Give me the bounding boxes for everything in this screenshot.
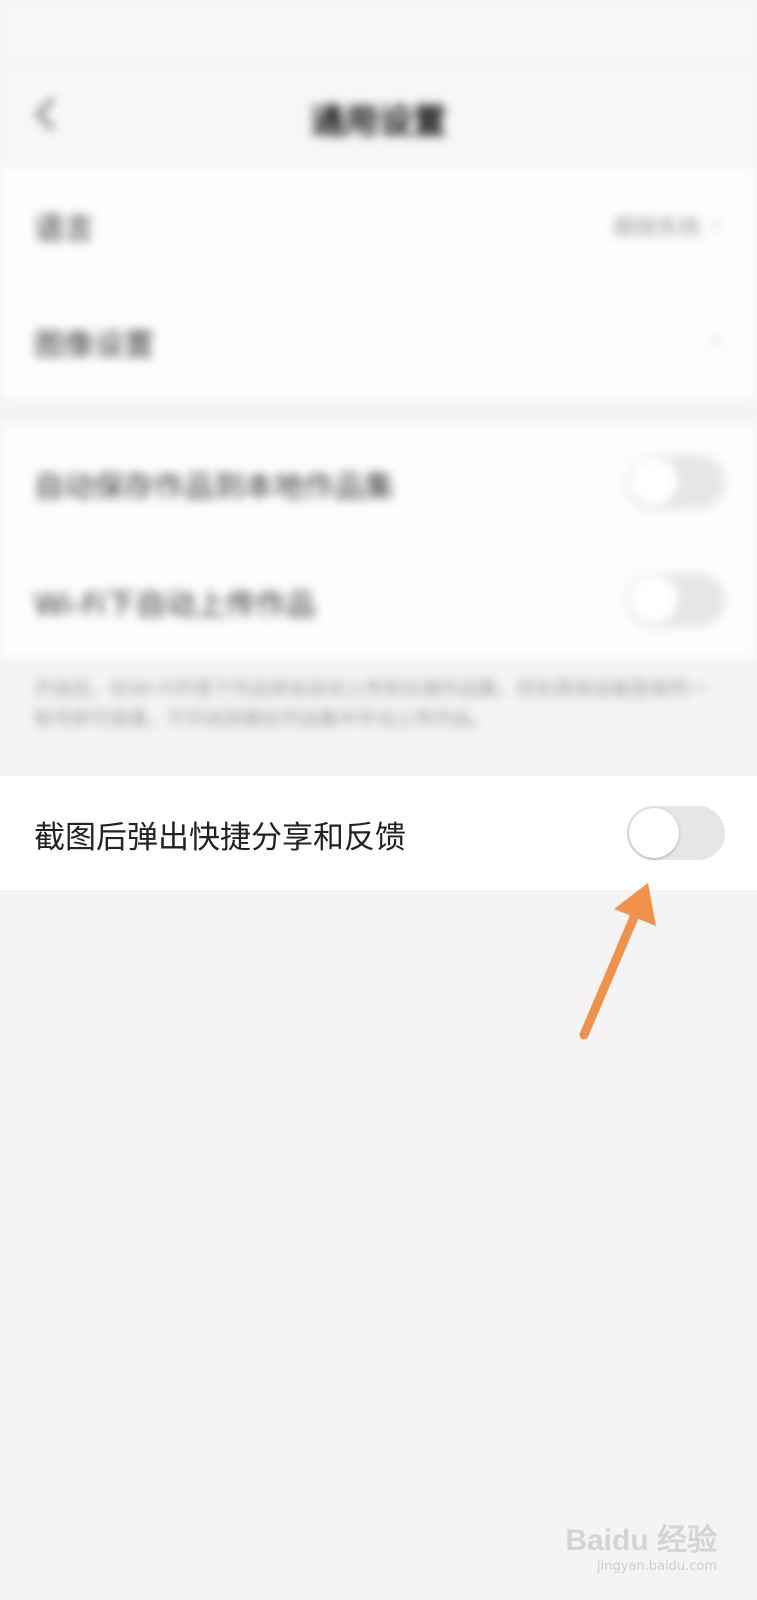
watermark-logo: Baidu 经验: [565, 1524, 717, 1557]
arrow-up-icon: [579, 883, 656, 1040]
watermark: Baidu 经验 jingyan.baidu.com: [565, 1515, 717, 1574]
watermark-url: jingyan.baidu.com: [597, 1559, 717, 1574]
